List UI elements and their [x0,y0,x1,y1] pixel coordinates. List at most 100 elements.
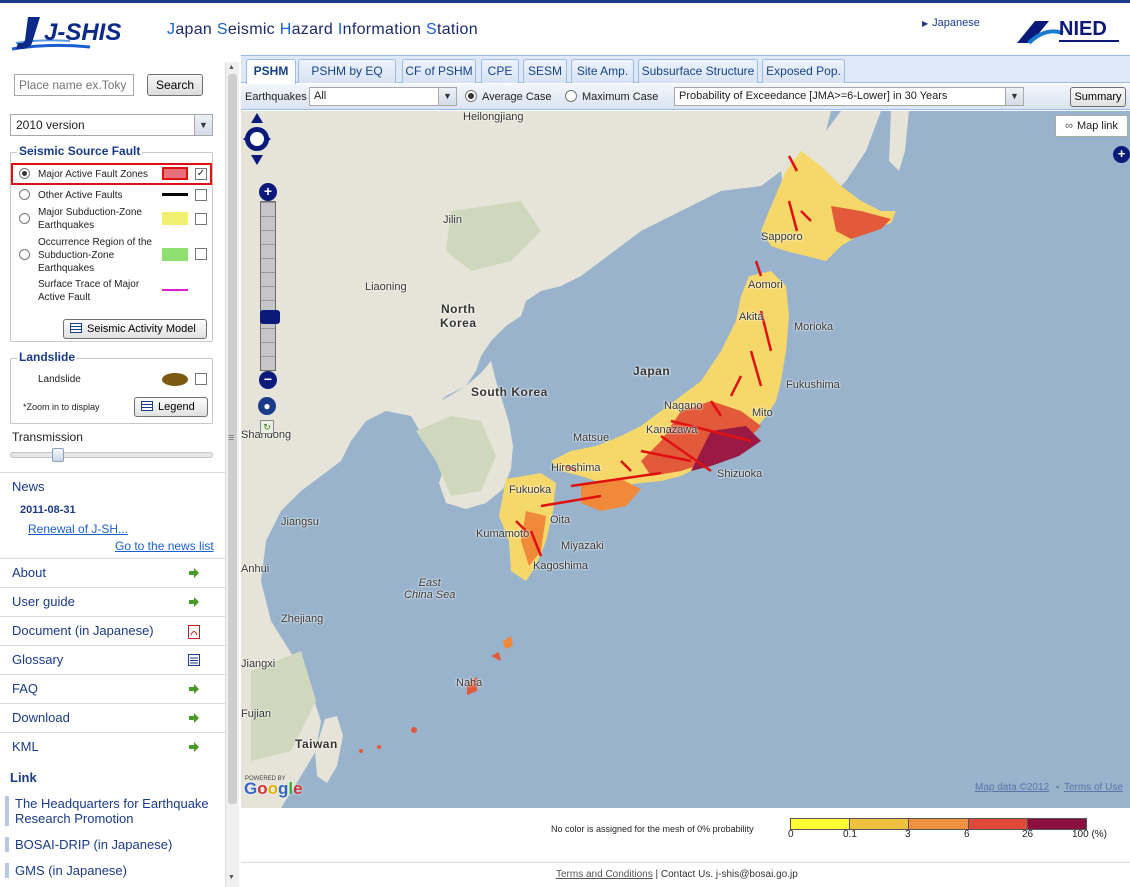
zoom-in-button[interactable]: + [259,183,277,201]
colorbar-tick-label: 0 [788,829,794,840]
divider [0,472,225,473]
probability-select[interactable]: Probability of Exceedance [JMA>=6-Lower]… [674,87,1024,106]
model-button-label: Seismic Activity Model [87,323,196,335]
scroll-down-icon[interactable]: ▼ [228,874,235,881]
layer-major-active-fault-zones[interactable]: Major Active Fault Zones ✓ [11,163,212,185]
pan-control[interactable] [241,111,273,167]
list-icon [141,401,153,411]
site-title: Japan Seismic Hazard Information Station [167,21,478,39]
list-icon [188,654,200,666]
sidebar-menu-item[interactable]: KML [0,732,225,761]
google-logo[interactable]: Google [244,779,303,799]
terms-and-conditions-link[interactable]: Terms and Conditions [556,869,653,880]
link-gms[interactable]: GMS (in Japanese) [5,863,225,878]
news-title: News [12,479,45,494]
ryukyu [503,636,513,649]
map-place-label: Nagano [664,400,703,412]
jshis-logo[interactable]: J-SHIS [10,13,150,55]
layer-major-subduction-zone-earthquakes[interactable]: Major Subduction-Zone Earthquakes [11,205,212,233]
nied-logo[interactable]: NIED [1015,13,1123,49]
map-place-label: Jiangsu [281,516,319,528]
search-button[interactable]: Search [147,74,203,96]
sidebar-menu-label: FAQ [12,681,39,696]
layer-checkbox[interactable] [195,189,207,201]
tab-pshm-by-eq-cat[interactable]: PSHM by EQ Cat. [298,59,396,100]
map-data-link[interactable]: Map data ©2012 [975,782,1049,793]
terms-of-use-link[interactable]: Terms of Use [1064,782,1123,793]
layer-other-active-faults[interactable]: Other Active Faults [11,187,212,203]
link-bosai-drip[interactable]: BOSAI-DRIP (in Japanese) [5,837,225,852]
title-initial: S [216,21,228,38]
summary-button[interactable]: Summary [1070,87,1126,107]
sidebar-menu-item[interactable]: User guide [0,587,225,616]
map-place-label: Jiangxi [241,658,276,670]
news-list-link[interactable]: Go to the news list [115,539,214,553]
tab-sesm[interactable]: SESM [523,59,567,83]
footer-separator: | [652,869,661,880]
splitter-handle-icon[interactable]: ≡ [228,432,234,444]
ryukyu [491,652,501,661]
contact-email[interactable]: j-shis@bosai.go.jp [716,869,798,880]
layer-occurrence-region-subduction[interactable]: Occurrence Region of the Subduction-Zone… [11,235,212,275]
layer-checkbox[interactable] [195,248,207,260]
layer-radio[interactable] [19,168,30,179]
map-place-label: Sapporo [761,231,803,243]
map-place-label: Taiwan [295,737,338,751]
layer-checkbox[interactable] [195,373,207,385]
place-search-input[interactable] [14,74,134,96]
tab-bar: PSHM PSHM by EQ Cat. CF of PSHM CPE SESM… [241,55,1130,100]
earthquakes-select[interactable]: All ▼ [309,87,457,106]
layer-radio[interactable] [19,189,30,200]
language-link[interactable]: Japanese [922,17,980,29]
map-place-label: Oita [550,514,571,526]
zoom-slider-track[interactable] [260,201,280,371]
map-place-label: Fujian [241,708,271,720]
news-item-link[interactable]: Renewal of J-SH... [28,522,128,536]
legend-button[interactable]: Legend [134,397,208,417]
layer-radio[interactable] [19,213,30,224]
sidebar-menu-item[interactable]: Download [0,703,225,732]
sidebar-menu-item[interactable]: Glossary [0,645,225,674]
sidebar-scrollbar[interactable]: ▲ ▼ [225,62,239,887]
layer-checkbox[interactable] [195,213,207,225]
map-place-label: Fukushima [786,379,840,391]
sidebar-menu-label: About [12,565,46,580]
layer-radio[interactable] [19,249,30,260]
layer-swatch [162,289,188,291]
footer-divider [241,862,1130,863]
sidebar-menu-label: Glossary [12,652,64,667]
globe-icon[interactable]: ● [258,397,276,415]
sidebar-menu-item[interactable]: Document (in Japanese) [0,616,225,645]
tab-site-amp[interactable]: Site Amp. [571,59,634,83]
arrow-right-icon [188,567,200,579]
sidebar-menu-item[interactable]: About [0,558,225,587]
map-place-label: Shizuoka [717,468,763,480]
zoom-slider-thumb[interactable] [260,310,280,324]
map-link-button[interactable]: Map link [1055,115,1128,137]
transmission-slider-thumb[interactable] [52,448,64,462]
seismic-activity-model-button[interactable]: Seismic Activity Model [63,319,207,339]
sidebar-menu-item[interactable]: FAQ [0,674,225,703]
tab-cf-of-pshm[interactable]: CF of PSHM [402,59,476,83]
link-headquarters[interactable]: The Headquarters for Earthquake Research… [5,796,225,826]
hazard-map[interactable]: Heilongjiang Jilin Liaoning North Korea Sout… [241,111,1130,808]
refresh-icon[interactable]: ↻ [260,420,274,434]
tab-exposed-pop[interactable]: Exposed Pop. [762,59,845,83]
average-case-radio[interactable] [465,90,477,102]
maximum-case-radio[interactable] [565,90,577,102]
layer-landslide[interactable]: Landslide [11,371,212,387]
map-place-label: North Korea [440,302,477,330]
zoom-out-button[interactable]: − [259,371,277,389]
tab-cpe[interactable]: CPE [481,59,519,83]
transmission-label: Transmission [12,430,83,444]
scroll-up-icon[interactable]: ▲ [228,64,235,71]
tab-pshm[interactable]: PSHM [246,59,296,84]
transmission-slider[interactable] [10,452,213,458]
layer-checkbox[interactable]: ✓ [195,168,207,180]
tab-subsurface-structure[interactable]: Subsurface Structure [638,59,758,83]
expand-plus-icon[interactable]: + [1113,146,1130,163]
layer-label: Surface Trace of Major Active Fault [38,279,140,303]
earthquakes-select-value: All [314,90,327,102]
chevron-down-icon: ▼ [1005,88,1023,105]
version-select[interactable]: 2010 version ▼ [10,114,213,136]
